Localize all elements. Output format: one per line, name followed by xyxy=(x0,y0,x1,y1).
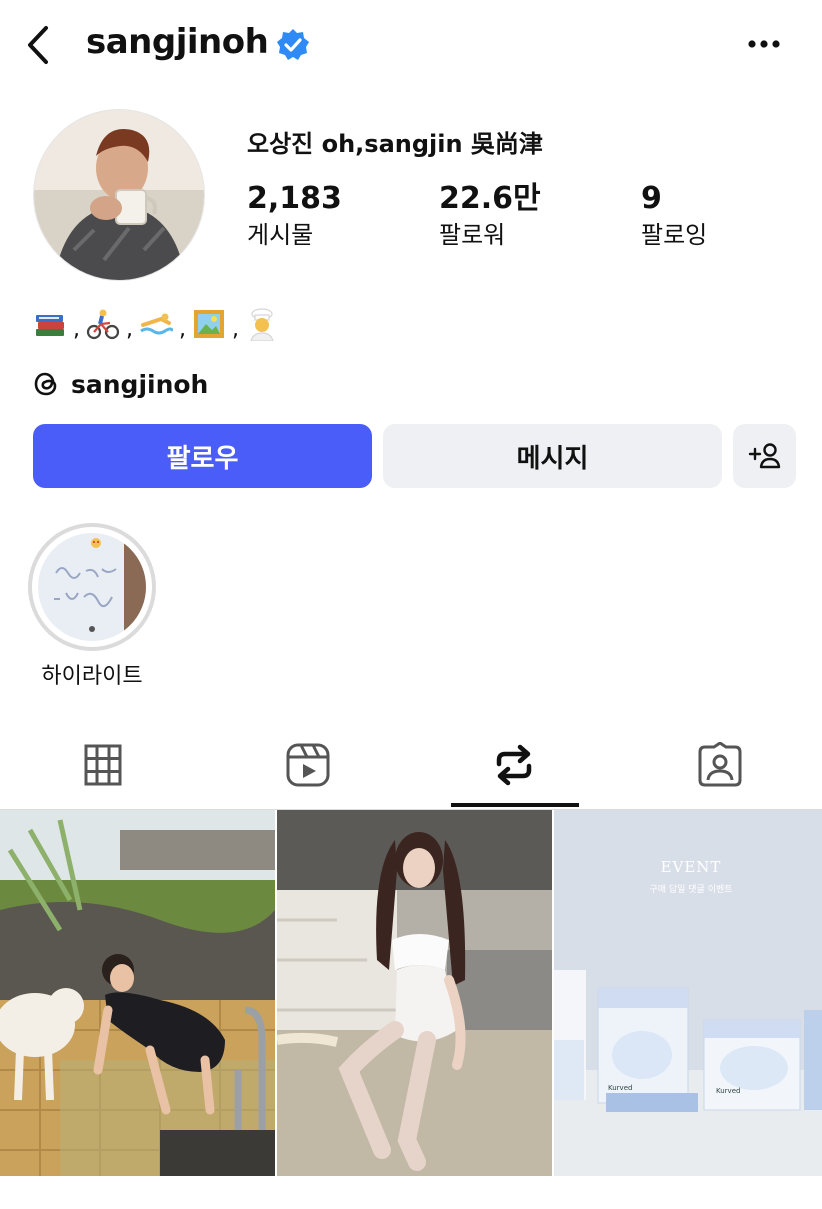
post-thumbnail-ad[interactable]: EVENT 구매 답일 댓글 이벤트 Kurved Kurved xyxy=(554,810,822,1176)
tab-tagged[interactable] xyxy=(617,720,822,810)
stat-followers-count: 22.6만 xyxy=(439,181,541,216)
stat-following-count: 9 xyxy=(641,181,662,216)
cyclist-emoji-icon xyxy=(86,309,120,340)
stat-followers-label: 팔로워 xyxy=(439,221,506,249)
profile-full-name: 오상진 oh,sangjin 吳尚津 xyxy=(247,130,543,158)
profile-avatar[interactable] xyxy=(33,109,205,281)
framed-picture-emoji-icon xyxy=(194,310,224,338)
cook-emoji-icon xyxy=(250,308,274,341)
post-image: EVENT 구매 답일 댓글 이벤트 Kurved Kurved xyxy=(554,810,822,1176)
reposts-icon xyxy=(496,744,531,786)
reels-icon xyxy=(286,743,329,787)
swimmer-emoji-icon xyxy=(140,313,173,335)
highlight-label: 하이라이트 xyxy=(41,664,143,689)
profile-header: sangjinoh xyxy=(0,0,822,90)
post-thumbnail[interactable] xyxy=(0,810,275,1176)
post-grid: EVENT 구매 답일 댓글 이벤트 Kurved Kurved xyxy=(0,810,822,1176)
ad-subline: 구매 답일 댓글 이벤트 xyxy=(649,883,732,895)
highlight-cover-image xyxy=(38,533,146,641)
tab-posts-grid[interactable] xyxy=(0,720,205,810)
post-image xyxy=(277,810,552,1176)
stat-posts[interactable]: 2,183 게시물 xyxy=(247,180,342,252)
stat-following[interactable]: 9 팔로잉 xyxy=(641,180,707,252)
avatar-photo xyxy=(34,110,204,280)
add-person-icon xyxy=(748,443,780,469)
stat-following-label: 팔로잉 xyxy=(641,221,708,249)
bio-emoji-row: , , , , xyxy=(33,304,279,344)
threads-handle: sangjinoh xyxy=(71,369,209,399)
stat-posts-label: 게시물 xyxy=(247,221,314,249)
follow-button[interactable]: 팔로우 xyxy=(33,424,372,488)
highlight-cover xyxy=(38,533,146,641)
threads-link[interactable]: sangjinoh xyxy=(33,366,208,402)
ad-headline: EVENT xyxy=(661,858,722,876)
highlight-circle[interactable] xyxy=(28,523,156,651)
tab-reels[interactable] xyxy=(205,720,410,810)
stat-posts-count: 2,183 xyxy=(247,181,342,216)
active-tab-indicator xyxy=(451,803,579,807)
add-user-button[interactable] xyxy=(733,424,796,488)
stat-followers[interactable]: 22.6만 팔로워 xyxy=(439,180,541,252)
books-emoji-icon xyxy=(36,315,64,336)
tab-reposts[interactable] xyxy=(411,720,616,810)
profile-username: sangjinoh xyxy=(86,22,269,62)
ad-brand-right: Kurved xyxy=(716,1087,740,1095)
back-chevron-icon[interactable] xyxy=(22,24,56,66)
post-thumbnail[interactable] xyxy=(277,810,552,1176)
ad-brand-left: Kurved xyxy=(608,1084,632,1092)
profile-tabs xyxy=(0,720,822,810)
more-options-icon[interactable] xyxy=(740,30,788,58)
threads-icon xyxy=(34,372,57,396)
message-button[interactable]: 메시지 xyxy=(383,424,722,488)
grid-icon xyxy=(84,744,121,786)
verified-badge-icon xyxy=(277,29,309,60)
post-image xyxy=(0,810,275,1176)
tagged-icon xyxy=(698,742,741,787)
